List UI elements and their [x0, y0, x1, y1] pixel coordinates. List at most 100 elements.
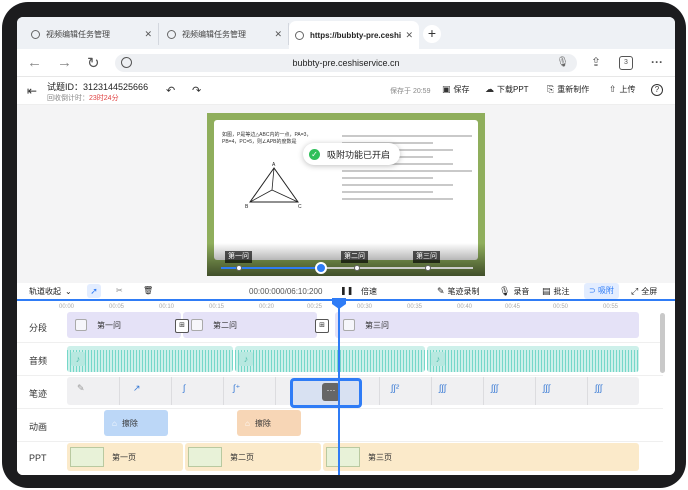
magnet-icon: ⊃ — [589, 286, 596, 295]
erase-icon: ⌂ — [112, 418, 117, 428]
back-arrow-icon[interactable]: ← — [27, 54, 42, 71]
upload-icon: ⇧ — [609, 84, 617, 94]
waveform — [235, 350, 425, 372]
animation-clip-2[interactable]: ⌂ 擦除 — [237, 410, 301, 436]
help-icon[interactable]: ? — [651, 84, 663, 96]
stroke-preview: ∫∫∫ — [439, 383, 447, 393]
row-label-animation: 动画 — [29, 422, 48, 432]
bookmark-icon — [343, 319, 355, 331]
ppt-page-1[interactable]: 第一页 — [67, 443, 183, 471]
download-ppt-button[interactable]: ☁ 下载PPT — [485, 84, 529, 95]
stroke-frame — [119, 377, 120, 405]
save-label: 保存 — [453, 85, 470, 94]
remake-button[interactable]: ⎘ 重新制作 — [547, 84, 589, 95]
close-icon[interactable]: ✕ — [274, 29, 282, 40]
tablet-frame: 视频编辑任务管理 ✕ 视频编辑任务管理 ✕ https://bubbty-pre… — [2, 2, 686, 488]
redo-icon[interactable]: ↷ — [192, 84, 201, 97]
segment-dot[interactable] — [236, 265, 242, 271]
split-marker-icon[interactable]: ⊞ — [175, 319, 189, 333]
slide-thumbnail — [326, 447, 360, 467]
close-icon[interactable]: ✕ — [405, 30, 413, 41]
stroke-preview: ∫∫∫ — [543, 383, 551, 393]
segment-mark-1[interactable]: 第一问 — [225, 251, 252, 263]
url-field[interactable]: bubbty-pre.ceshiservice.cn 🎙 — [115, 54, 577, 72]
ppt-page-3[interactable]: 第三页 — [323, 443, 639, 471]
stroke-frame — [379, 377, 380, 405]
mic-icon[interactable]: 🎙 — [556, 54, 569, 72]
adsorb-toggle[interactable]: ⊃ 吸附 — [584, 283, 619, 299]
animation-label: 擦除 — [254, 418, 271, 428]
close-icon[interactable]: ✕ — [144, 29, 152, 40]
ruler-tick: 00:30 — [357, 304, 373, 310]
ruler-tick: 00:40 — [457, 304, 473, 310]
reload-icon[interactable]: ↻ — [87, 54, 100, 72]
slide-content: 如图，P是等边△ABC内的一点，PA=3，PB=4，PC=5，则∠APB的度数是… — [214, 120, 478, 260]
slide-thumbnail — [188, 447, 222, 467]
annotate-button[interactable]: ▤ 批注 — [542, 286, 570, 297]
undo-icon[interactable]: ↶ — [166, 84, 175, 97]
select-cursor-icon[interactable]: ➚ — [87, 284, 101, 298]
more-icon[interactable]: ··· — [651, 55, 663, 69]
video-player[interactable]: 如图，P是等边△ABC内的一点，PA=3，PB=4，PC=5，则∠APB的度数是… — [207, 113, 485, 276]
track-collapse-button[interactable]: 轨道收起 ⌄ — [29, 286, 72, 297]
site-settings-icon[interactable] — [121, 57, 132, 68]
solution-line — [342, 177, 433, 179]
trash-icon[interactable]: 🗑 — [143, 286, 153, 295]
save-button[interactable]: ▣ 保存 — [442, 84, 470, 95]
segment-mark-3[interactable]: 第三问 — [413, 251, 440, 263]
music-note-icon: ♪ — [431, 352, 445, 366]
tab-1[interactable]: 视频编辑任务管理 ✕ — [25, 23, 159, 45]
stroke-preview: ↗ — [133, 383, 141, 393]
row-label-ppt: PPT — [29, 453, 47, 463]
fullscreen-button[interactable]: ⤢ 全屏 — [631, 286, 657, 297]
record-label: 录音 — [513, 287, 530, 296]
video-playhead[interactable] — [315, 262, 327, 274]
new-tab-button[interactable]: + — [423, 25, 441, 43]
toast-text: 吸附功能已开启 — [327, 149, 391, 160]
tab-3-active[interactable]: https://bubbty-pre.ceshi ✕ — [289, 21, 419, 49]
timeline-scrollbar[interactable] — [660, 313, 665, 373]
tab-count-button[interactable]: 3 — [619, 56, 633, 70]
segment-clip-2[interactable]: 第二问 — [183, 312, 317, 338]
ruler-tick: 00:35 — [407, 304, 423, 310]
address-bar: ← → ↻ bubbty-pre.ceshiservice.cn 🎙 ⇪ 3 ·… — [17, 49, 675, 77]
pen-record-button[interactable]: ✎ 笔迹录制 — [437, 286, 480, 297]
solution-line — [342, 170, 472, 172]
segment-dot[interactable] — [354, 265, 360, 271]
segment-clip-3[interactable]: 第三问 — [335, 312, 639, 338]
cloud-download-icon: ☁ — [485, 84, 494, 94]
animation-clip-1[interactable]: ⌂ 擦除 — [104, 410, 168, 436]
exit-icon[interactable]: ⇤ — [27, 84, 37, 98]
segment-clip-1[interactable]: 第一问 — [67, 312, 181, 338]
remake-label: 重新制作 — [557, 85, 590, 94]
toast-message: ✓ 吸附功能已开启 — [303, 143, 401, 165]
row-divider — [17, 441, 663, 442]
tab-2[interactable]: 视频编辑任务管理 ✕ — [161, 23, 289, 45]
bookmark-icon — [191, 319, 203, 331]
stroke-frame — [587, 377, 588, 405]
speed-button[interactable]: 倍速 — [361, 286, 377, 297]
upload-label: 上传 — [619, 85, 636, 94]
scissors-icon[interactable]: ✂ — [116, 286, 123, 295]
pause-icon[interactable]: ❚❚ — [340, 286, 353, 295]
waveform — [67, 350, 233, 372]
slide-thumbnail — [70, 447, 104, 467]
audio-clip-1[interactable]: ♪ — [67, 346, 233, 372]
bookmark-icon — [75, 319, 87, 331]
ppt-page-2[interactable]: 第二页 — [185, 443, 321, 471]
upload-button[interactable]: ⇧ 上传 — [609, 84, 636, 95]
segment-dot[interactable] — [425, 265, 431, 271]
timeline-playhead-line[interactable] — [338, 299, 340, 475]
music-note-icon: ♪ — [71, 352, 85, 366]
share-icon[interactable]: ⇪ — [591, 55, 601, 69]
segment-mark-2[interactable]: 第二问 — [341, 251, 368, 263]
editor-toolbar: 轨道收起 ⌄ ➚ ✂ 🗑 00:00:000/06:10:200 ❚❚ 倍速 ✎ 笔… — [17, 283, 675, 299]
audio-clip-2[interactable]: ♪ — [235, 346, 425, 372]
forward-arrow-icon[interactable]: → — [57, 54, 72, 71]
audio-clip-3[interactable]: ♪ — [427, 346, 639, 372]
record-button[interactable]: 🎙 录音 — [499, 286, 529, 297]
stroke-frame — [171, 377, 172, 405]
split-marker-icon[interactable]: ⊞ — [315, 319, 329, 333]
track-collapse-label: 轨道收起 — [29, 287, 61, 296]
row-label-strokes: 笔迹 — [29, 389, 48, 399]
